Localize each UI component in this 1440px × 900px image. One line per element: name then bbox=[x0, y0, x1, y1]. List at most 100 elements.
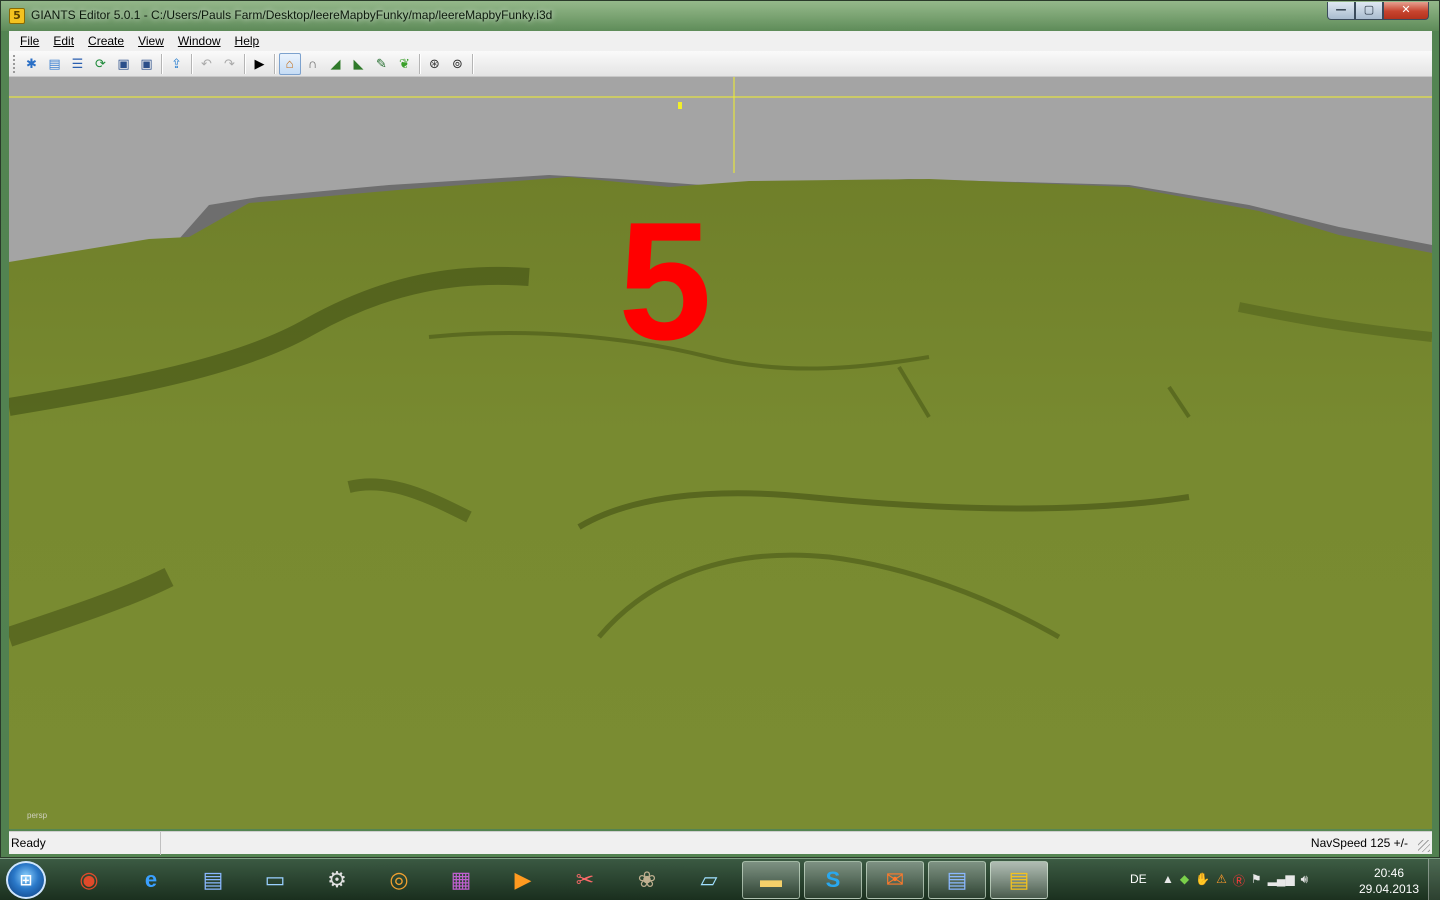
save-as-icon: ▣ bbox=[140, 56, 153, 71]
play-button[interactable]: ▶ bbox=[249, 53, 271, 75]
gear-icon: ⚙ bbox=[327, 867, 347, 892]
taskbar-gimp[interactable]: ❀ bbox=[618, 861, 676, 899]
terrain-paint-button[interactable]: ◣ bbox=[348, 53, 370, 75]
resize-grip[interactable] bbox=[1418, 840, 1430, 852]
taskbar-disc-burner[interactable]: ◎ bbox=[370, 861, 428, 899]
menu-help[interactable]: Help bbox=[228, 34, 267, 48]
giants-editor-icon: ▤ bbox=[1008, 867, 1030, 892]
warning-icon[interactable]: ⚠ bbox=[1216, 872, 1227, 889]
network-signal-icon[interactable]: ▂▄▆ bbox=[1268, 872, 1295, 889]
system-clock[interactable]: 20:46 29.04.2013 bbox=[1354, 865, 1424, 897]
export-button[interactable]: ⇪ bbox=[166, 53, 188, 75]
system-tray: DE ▲ ◆ ✋ ⚠ Ⓡ ⚑ ▂▄▆ 🔊︎ bbox=[1122, 859, 1352, 900]
menu-window[interactable]: Window bbox=[171, 34, 228, 48]
toolbar-separator bbox=[419, 53, 420, 74]
giants-app-icon[interactable]: 5 bbox=[9, 8, 25, 24]
maximize-button[interactable]: ▢ bbox=[1355, 2, 1383, 20]
open-icon: ▤ bbox=[48, 56, 61, 71]
debug-render-button-2[interactable]: ⊚ bbox=[447, 53, 469, 75]
taskbar-chrome[interactable]: ◉ bbox=[60, 861, 118, 899]
notepad-icon: ▱ bbox=[700, 867, 718, 892]
nav-speed-readout: NavSpeed 125 +/- bbox=[1310, 836, 1408, 850]
main-toolbar: ✱ ▤ ☰ ⟳ ▣ ▣ ⇪ ↶ ↷ ▶ ⌂ ∩ ◢ ◣ ✎ ❦ ⊛ ⊚ bbox=[9, 51, 1432, 77]
terrain-sculpt-button[interactable]: ◢ bbox=[325, 53, 347, 75]
redo-button[interactable]: ↷ bbox=[219, 53, 241, 75]
toolbar-separator bbox=[244, 53, 245, 74]
clock-date: 29.04.2013 bbox=[1358, 882, 1420, 896]
menu-create-label: Create bbox=[88, 34, 125, 48]
export-icon: ⇪ bbox=[171, 56, 182, 71]
move-tool-button[interactable]: ∩ bbox=[302, 53, 324, 75]
taskbar-computer[interactable]: ▭ bbox=[246, 861, 304, 899]
taskbar-winrar[interactable]: ▦ bbox=[432, 861, 490, 899]
taskbar-giants-editor-pinned[interactable]: ▤ bbox=[184, 861, 242, 899]
taskbar-settings[interactable]: ⚙ bbox=[308, 861, 366, 899]
3d-viewport[interactable]: 5 persp bbox=[9, 77, 1432, 829]
status-bar: Ready NavSpeed 125 +/- bbox=[9, 831, 1432, 855]
reload-button[interactable]: ⟳ bbox=[90, 53, 112, 75]
open-button[interactable]: ▤ bbox=[44, 53, 66, 75]
language-indicator[interactable]: DE bbox=[1130, 872, 1147, 886]
taskbar-skype[interactable]: S bbox=[804, 861, 862, 899]
clock-time: 20:46 bbox=[1373, 866, 1405, 880]
hand-icon[interactable]: ✋ bbox=[1195, 872, 1210, 889]
gimp-icon: ❀ bbox=[637, 867, 657, 892]
media-player-icon: ▶ bbox=[514, 867, 532, 892]
editor-window: 5 GIANTS Editor 5.0.1 - C:/Users/Pauls F… bbox=[0, 0, 1440, 858]
show-hidden-icons-icon[interactable]: ▲ bbox=[1162, 872, 1174, 889]
menu-edit-label: Edit bbox=[53, 34, 75, 48]
taskbar-mail[interactable]: ✉ bbox=[866, 861, 924, 899]
play-icon: ▶ bbox=[254, 56, 265, 71]
taskbar-internet-explorer[interactable]: e bbox=[122, 861, 180, 899]
taskbar-explorer[interactable]: ▬ bbox=[742, 861, 800, 899]
grass-paint-icon: ❦ bbox=[399, 56, 410, 71]
taskbar-notepad[interactable]: ▱ bbox=[680, 861, 738, 899]
save-button[interactable]: ▣ bbox=[113, 53, 135, 75]
mail-icon: ✉ bbox=[885, 867, 905, 892]
minimize-button[interactable]: — bbox=[1327, 2, 1355, 20]
shield-icon[interactable]: ◆ bbox=[1180, 872, 1189, 889]
action-center-flag-icon[interactable]: ⚑ bbox=[1251, 872, 1262, 889]
computer-icon: ▭ bbox=[264, 867, 286, 892]
menu-create[interactable]: Create bbox=[81, 34, 131, 48]
debug-render-button[interactable]: ⊛ bbox=[424, 53, 446, 75]
show-desktop-button[interactable] bbox=[1428, 859, 1440, 900]
undo-button[interactable]: ↶ bbox=[196, 53, 218, 75]
volume-icon[interactable]: 🔊︎ bbox=[1301, 872, 1309, 889]
new-scene-button[interactable]: ✱ bbox=[21, 53, 43, 75]
grass-paint-button[interactable]: ❦ bbox=[394, 53, 416, 75]
log-icon: ☰ bbox=[71, 56, 84, 71]
toolbar-separator bbox=[472, 53, 473, 74]
taskbar-media-player[interactable]: ▶ bbox=[494, 861, 552, 899]
taskbar-giants-editor-2[interactable]: ▤ bbox=[928, 861, 986, 899]
log-button[interactable]: ☰ bbox=[67, 53, 89, 75]
menu-file[interactable]: File bbox=[13, 34, 46, 48]
giants-editor-icon: ▤ bbox=[946, 867, 968, 892]
chrome-icon: ◉ bbox=[79, 867, 99, 892]
archive-icon: ▦ bbox=[450, 867, 472, 892]
new-scene-icon: ✱ bbox=[26, 56, 37, 71]
menu-view[interactable]: View bbox=[131, 34, 171, 48]
windows-logo-icon: ⊞ bbox=[19, 872, 33, 889]
disc-icon: ◎ bbox=[389, 867, 409, 892]
menu-edit[interactable]: Edit bbox=[46, 34, 81, 48]
title-bar[interactable]: 5 GIANTS Editor 5.0.1 - C:/Users/Pauls F… bbox=[1, 1, 1439, 31]
window-controls: — ▢ ✕ bbox=[1327, 2, 1429, 20]
taskbar-giants-editor-active[interactable]: ▤ bbox=[990, 861, 1048, 899]
antivirus-icon[interactable]: Ⓡ bbox=[1233, 872, 1245, 889]
close-button[interactable]: ✕ bbox=[1383, 2, 1429, 20]
gizmo-handle[interactable] bbox=[678, 102, 682, 109]
terrain-render bbox=[9, 77, 1432, 829]
menu-bar: File Edit Create View Window Help bbox=[9, 31, 1432, 51]
menu-file-label: File bbox=[20, 34, 40, 48]
taskbar-snipping-tool[interactable]: ✂ bbox=[556, 861, 614, 899]
select-tool-icon: ⌂ bbox=[285, 56, 294, 71]
save-as-button[interactable]: ▣ bbox=[136, 53, 158, 75]
foliage-paint-button[interactable]: ✎ bbox=[371, 53, 393, 75]
start-button[interactable]: ⊞ bbox=[6, 861, 46, 899]
scissors-icon: ✂ bbox=[575, 867, 595, 892]
toolbar-grip[interactable] bbox=[13, 54, 18, 73]
undo-icon: ↶ bbox=[201, 56, 212, 71]
select-tool-button[interactable]: ⌂ bbox=[278, 52, 301, 75]
debug-render-icon-2: ⊚ bbox=[452, 56, 463, 71]
